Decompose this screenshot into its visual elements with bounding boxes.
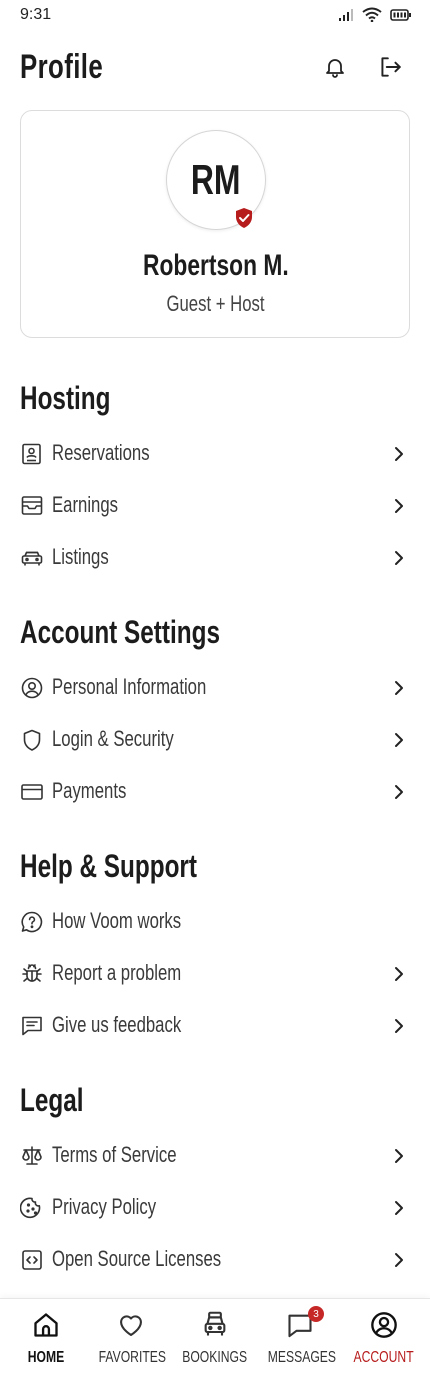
menu-item-login-security[interactable]: Login & Security <box>20 719 410 763</box>
menu-label: Earnings <box>52 492 119 517</box>
code-icon <box>22 1250 42 1270</box>
chevron-right-icon <box>395 785 403 799</box>
avatar-initials: RM <box>191 156 241 203</box>
chevron-right-icon <box>395 1149 403 1163</box>
help-chat-icon <box>21 911 43 933</box>
logout-icon <box>381 57 401 77</box>
chevron-right-icon <box>395 1253 403 1267</box>
feedback-icon <box>22 1016 42 1036</box>
menu-item-report-problem[interactable]: Report a problem <box>20 953 410 997</box>
page-title: Profile <box>20 48 104 86</box>
nav-messages[interactable]: 3 MESSAGES <box>257 1299 343 1379</box>
nav-home[interactable]: HOME <box>3 1299 89 1379</box>
menu-item-open-source-licenses[interactable]: Open Source Licenses <box>20 1239 410 1283</box>
wifi-icon <box>362 7 382 22</box>
menu-item-payments[interactable]: Payments <box>20 771 410 815</box>
chevron-right-icon <box>395 733 403 747</box>
menu-label: Give us feedback <box>52 1012 182 1037</box>
verified-shield-icon <box>236 208 252 228</box>
nav-label: FAVORITES <box>98 1349 166 1366</box>
menu-item-how-voom-works[interactable]: How Voom works <box>20 901 410 945</box>
menu-label: Privacy Policy <box>52 1194 157 1219</box>
heart-icon <box>120 1315 142 1336</box>
section-title-help-support: Help & Support <box>20 848 197 884</box>
status-icons <box>338 7 412 22</box>
profile-role: Guest + Host <box>166 291 266 316</box>
chevron-right-icon <box>395 551 403 565</box>
nav-account[interactable]: ACCOUNT <box>341 1299 427 1379</box>
menu-label: Listings <box>52 544 109 569</box>
menu-item-earnings[interactable]: Earnings <box>20 485 410 529</box>
bug-icon <box>22 964 42 982</box>
menu-item-personal-information[interactable]: Personal Information <box>20 667 410 711</box>
chevron-right-icon <box>395 1019 403 1033</box>
chevron-right-icon <box>395 681 403 695</box>
menu-label: Login & Security <box>52 726 174 751</box>
cookie-icon <box>20 1197 41 1219</box>
notifications-button[interactable] <box>320 52 350 82</box>
nav-label: ACCOUNT <box>353 1349 415 1366</box>
section-title-legal: Legal <box>20 1082 84 1118</box>
status-bar: 9:31 <box>0 0 430 34</box>
menu-item-give-feedback[interactable]: Give us feedback <box>20 1005 410 1049</box>
menu-item-listings[interactable]: Listings <box>20 537 410 581</box>
menu-label: Payments <box>52 778 127 803</box>
nav-favorites[interactable]: FAVORITES <box>88 1299 174 1379</box>
signal-icon <box>339 8 353 21</box>
menu-item-reservations[interactable]: Reservations <box>20 433 410 477</box>
home-icon <box>34 1313 58 1337</box>
nav-label: HOME <box>27 1349 65 1366</box>
scale-icon <box>22 1146 42 1165</box>
profile-card: RM Robertson M. Guest + Host <box>20 110 410 338</box>
logout-button[interactable] <box>375 52 405 82</box>
bell-icon <box>326 59 344 78</box>
chevron-right-icon <box>395 447 403 461</box>
menu-label: Personal Information <box>52 674 207 699</box>
section-title-account-settings: Account Settings <box>20 614 220 650</box>
reservations-icon <box>22 443 41 465</box>
battery-icon <box>390 8 411 21</box>
menu-label: Reservations <box>52 440 150 465</box>
message-count-badge: 3 <box>308 1306 324 1322</box>
profile-name: Robertson M. <box>143 249 289 282</box>
status-time: 9:31 <box>20 6 52 23</box>
account-icon <box>371 1312 397 1338</box>
menu-label: Report a problem <box>52 960 182 985</box>
car-icon <box>21 551 43 566</box>
menu-item-privacy-policy[interactable]: Privacy Policy <box>20 1187 410 1231</box>
chevron-right-icon <box>395 499 403 513</box>
chevron-right-icon <box>395 1201 403 1215</box>
bottom-nav: HOME FAVORITES BOOKINGS 3 MESSAGES ACCOU… <box>0 1298 430 1379</box>
car-front-icon <box>204 1311 226 1336</box>
section-title-hosting: Hosting <box>20 380 111 416</box>
menu-label: Open Source Licenses <box>52 1246 222 1271</box>
chevron-right-icon <box>395 967 403 981</box>
credit-card-icon <box>21 784 43 800</box>
header: Profile <box>0 44 430 94</box>
nav-bookings[interactable]: BOOKINGS <box>172 1299 258 1379</box>
nav-label: MESSAGES <box>267 1349 337 1366</box>
shield-icon <box>23 729 41 751</box>
nav-label: BOOKINGS <box>182 1349 248 1366</box>
inbox-tray-icon <box>21 496 43 515</box>
menu-label: Terms of Service <box>52 1142 177 1167</box>
menu-item-terms-of-service[interactable]: Terms of Service <box>20 1135 410 1179</box>
user-circle-icon <box>21 677 43 699</box>
menu-label: How Voom works <box>52 908 182 933</box>
